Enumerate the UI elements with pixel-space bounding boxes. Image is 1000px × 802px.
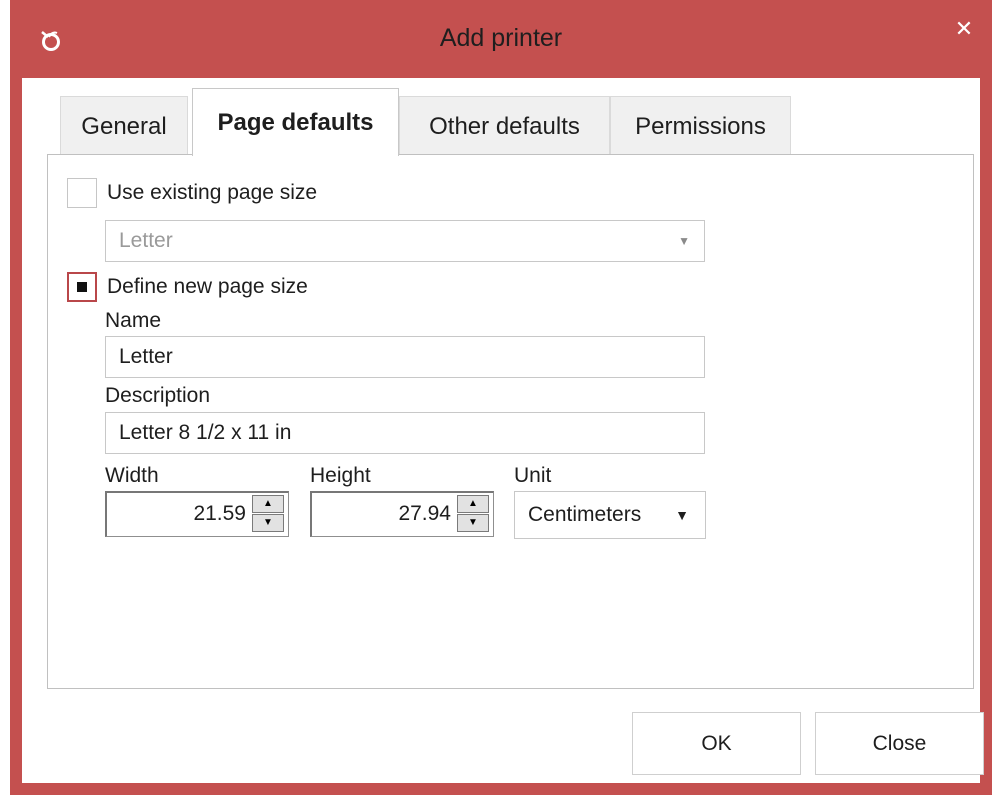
close-button[interactable]: Close xyxy=(815,712,984,775)
chevron-down-icon: ▼ xyxy=(675,507,689,523)
close-icon[interactable]: ✕ xyxy=(936,0,992,58)
height-spin-buttons: ▲ ▼ xyxy=(457,495,491,533)
width-spin-buttons: ▲ ▼ xyxy=(252,495,286,533)
existing-page-size-value: Letter xyxy=(119,229,173,252)
width-stepper[interactable]: 21.59 ▲ ▼ xyxy=(105,491,289,537)
tab-page-defaults[interactable]: Page defaults xyxy=(192,88,399,156)
arrow-down-icon[interactable]: ▼ xyxy=(252,514,284,532)
height-label: Height xyxy=(310,464,371,487)
tab-other-defaults[interactable]: Other defaults xyxy=(399,96,610,156)
name-field[interactable]: Letter xyxy=(105,336,705,378)
width-label: Width xyxy=(105,464,159,487)
title-bar: Add printer ✕ xyxy=(10,0,992,78)
arrow-up-icon[interactable]: ▲ xyxy=(457,495,489,513)
add-printer-dialog: Add printer ✕ General Page defaults Othe… xyxy=(10,0,992,795)
window-title: Add printer xyxy=(439,24,563,52)
arrow-down-icon[interactable]: ▼ xyxy=(457,514,489,532)
page-defaults-panel: Use existing page size Letter ▼ Define n… xyxy=(47,154,974,689)
existing-page-size-select[interactable]: Letter ▼ xyxy=(105,220,705,262)
dialog-body: General Page defaults Other defaults Per… xyxy=(22,78,984,783)
use-existing-page-size-label: Use existing page size xyxy=(107,181,318,204)
description-label: Description xyxy=(105,384,211,407)
unit-select[interactable]: Centimeters ▼ xyxy=(514,491,706,539)
tab-general[interactable]: General xyxy=(60,96,188,156)
unit-value: Centimeters xyxy=(528,503,642,526)
name-label: Name xyxy=(105,309,162,332)
define-new-page-size-checkbox[interactable] xyxy=(67,272,97,302)
height-stepper[interactable]: 27.94 ▲ ▼ xyxy=(310,491,494,537)
tab-permissions[interactable]: Permissions xyxy=(610,96,791,156)
description-field[interactable]: Letter 8 1/2 x 11 in xyxy=(105,412,705,454)
height-value: 27.94 xyxy=(398,502,451,525)
chevron-down-icon: ▼ xyxy=(678,234,690,248)
unit-label: Unit xyxy=(514,464,552,487)
ok-button[interactable]: OK xyxy=(632,712,801,775)
use-existing-page-size-checkbox[interactable] xyxy=(67,178,97,208)
define-new-page-size-label: Define new page size xyxy=(107,275,308,298)
arrow-up-icon[interactable]: ▲ xyxy=(252,495,284,513)
width-value: 21.59 xyxy=(193,502,246,525)
